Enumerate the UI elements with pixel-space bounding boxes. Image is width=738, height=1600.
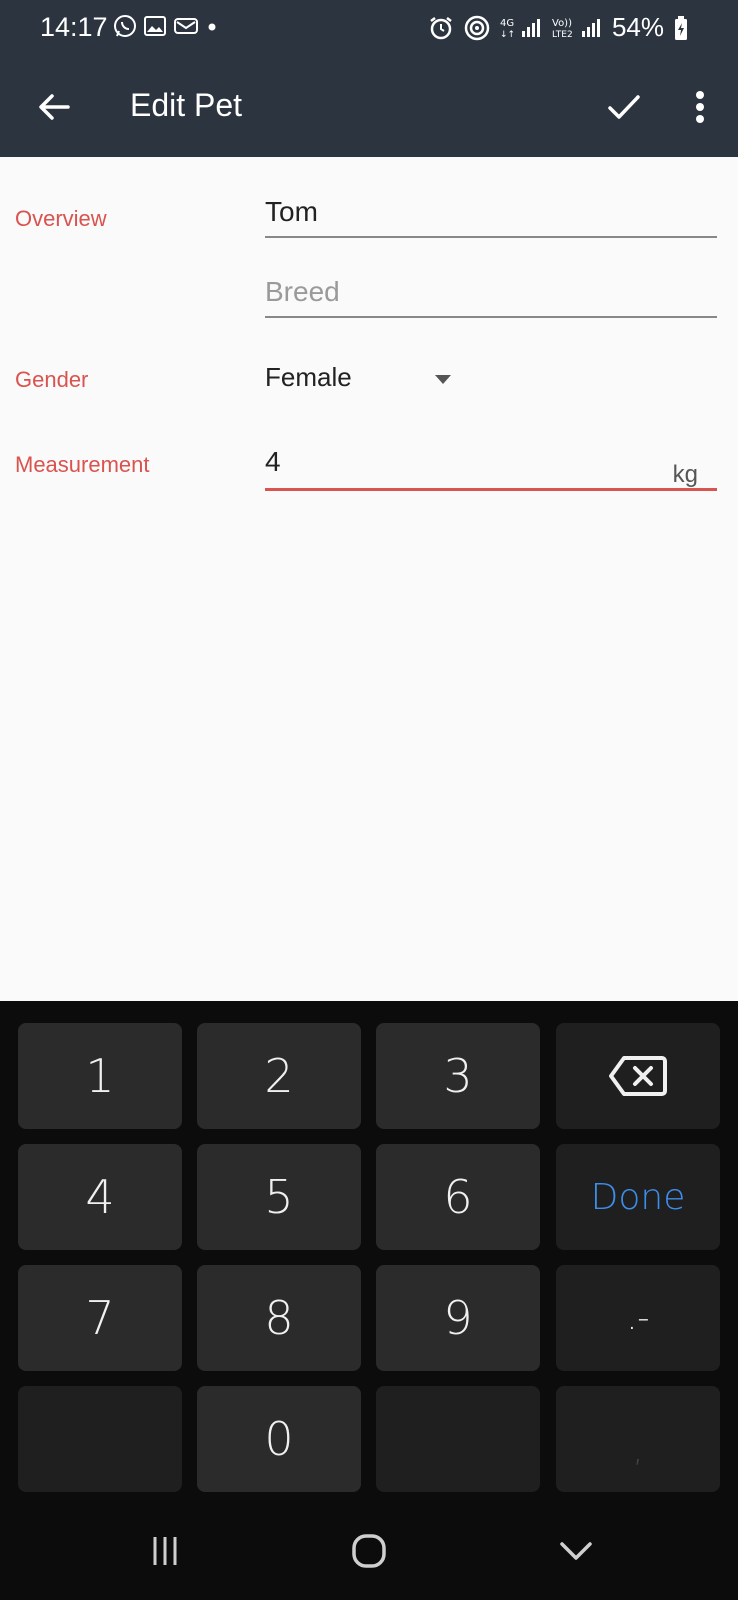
gender-select[interactable]: Female — [265, 362, 465, 402]
backspace-key[interactable] — [556, 1023, 720, 1129]
whatsapp-icon — [114, 15, 136, 37]
gender-value: Female — [265, 362, 352, 392]
blank-key-2[interactable] — [376, 1386, 540, 1492]
key-1[interactable]: 1 — [18, 1023, 182, 1129]
hotspot-icon — [464, 15, 490, 40]
status-bar: 14:17 4G ↓↑ Vo)) LTE2 54% — [0, 0, 738, 57]
page-title: Edit Pet — [130, 87, 243, 123]
name-value: Tom — [265, 196, 318, 227]
measurement-unit: kg — [672, 461, 698, 488]
signal-4g-icon: 4G↓↑ — [500, 18, 540, 40]
battery-percent: 54% — [611, 12, 664, 42]
alarm-icon — [430, 16, 452, 39]
mail-icon — [174, 18, 198, 34]
more-vertical-icon[interactable] — [682, 87, 718, 127]
measurement-value: 4 — [265, 446, 281, 477]
comma-key[interactable]: , — [556, 1386, 720, 1492]
measurement-label: Measurement — [15, 452, 150, 477]
gender-label: Gender — [15, 367, 89, 392]
key-5[interactable]: 5 — [197, 1144, 361, 1250]
key-6[interactable]: 6 — [376, 1144, 540, 1250]
key-4[interactable]: 4 — [18, 1144, 182, 1250]
key-7[interactable]: 7 — [18, 1265, 182, 1371]
measurement-underline — [265, 488, 717, 491]
signal-volte-icon: Vo))LTE2 — [552, 18, 600, 40]
battery-charging-icon — [675, 15, 687, 40]
key-2[interactable]: 2 — [197, 1023, 361, 1129]
breed-underline — [265, 316, 717, 318]
system-nav-bar — [0, 1501, 738, 1600]
dropdown-caret-icon — [435, 375, 451, 384]
svg-text:Vo)): Vo)) — [552, 18, 572, 29]
breed-input[interactable]: Breed — [265, 276, 717, 318]
app-bar: Edit Pet — [0, 57, 738, 157]
key-8[interactable]: 8 — [197, 1265, 361, 1371]
key-9[interactable]: 9 — [376, 1265, 540, 1371]
svg-text:LTE2: LTE2 — [552, 30, 573, 40]
breed-placeholder: Breed — [265, 276, 340, 307]
key-3[interactable]: 3 — [376, 1023, 540, 1129]
done-key[interactable]: Done — [556, 1144, 720, 1250]
home-icon[interactable] — [349, 1531, 389, 1571]
blank-key[interactable] — [18, 1386, 182, 1492]
chevron-down-icon[interactable] — [556, 1531, 596, 1571]
image-icon — [144, 16, 166, 36]
status-time: 14:17 — [40, 12, 108, 42]
dot-icon — [208, 23, 216, 31]
check-icon[interactable] — [604, 87, 644, 127]
arrow-left-icon[interactable] — [34, 87, 74, 127]
recents-icon[interactable] — [145, 1531, 185, 1571]
punctuation-key[interactable]: .- — [556, 1265, 720, 1371]
name-input[interactable]: Tom — [265, 196, 717, 238]
overview-label: Overview — [15, 206, 107, 231]
svg-text:↓↑: ↓↑ — [500, 30, 515, 40]
measurement-input[interactable]: 4 — [265, 446, 717, 492]
name-underline — [265, 236, 717, 238]
backspace-icon — [609, 1056, 667, 1096]
svg-text:4G: 4G — [500, 18, 514, 29]
key-0[interactable]: 0 — [197, 1386, 361, 1492]
